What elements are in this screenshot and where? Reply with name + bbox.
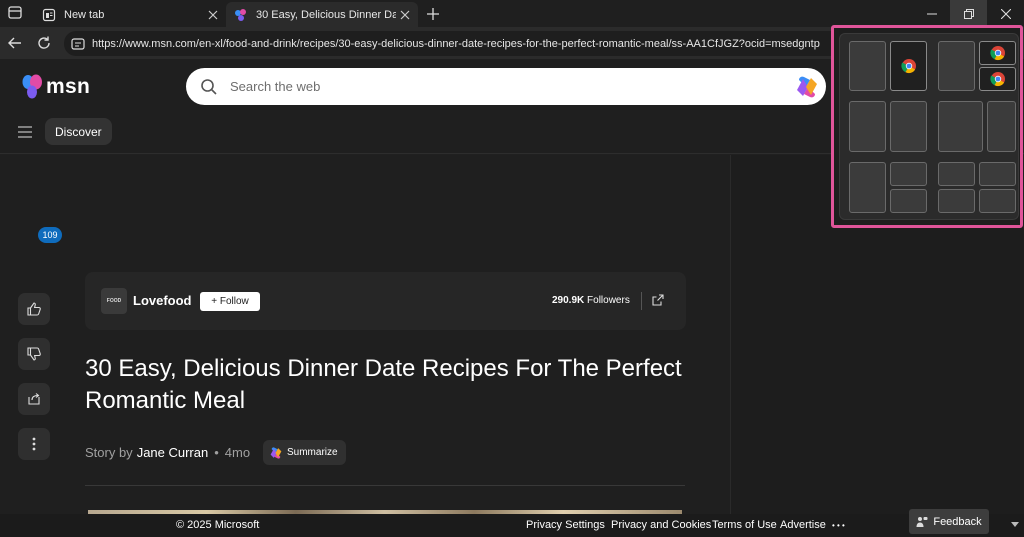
- copyright: © 2025 Microsoft: [176, 519, 260, 531]
- chrome-icon: [989, 46, 1005, 61]
- snap-zone[interactable]: [987, 101, 1016, 152]
- snap-layouts-panel: [839, 33, 1019, 220]
- url-text: https://www.msn.com/en-xl/food-and-drink…: [92, 37, 820, 50]
- search-icon: [201, 78, 217, 95]
- chrome-icon: [900, 59, 916, 74]
- more-options-button[interactable]: [18, 428, 50, 460]
- footer-link-privacy-settings[interactable]: Privacy Settings: [526, 519, 605, 531]
- snap-zone[interactable]: [890, 101, 927, 152]
- followers-number: 290.9K: [552, 295, 585, 306]
- restore-icon[interactable]: [950, 0, 987, 27]
- site-info-icon[interactable]: [70, 36, 86, 52]
- article-column: [0, 155, 730, 514]
- copilot-icon: [270, 446, 282, 459]
- divider: [641, 292, 642, 310]
- snap-zone[interactable]: [849, 162, 886, 213]
- footer-link-terms[interactable]: Terms of Use: [712, 519, 777, 531]
- publisher-logo-text: FOOD: [106, 298, 122, 304]
- logo-text: msn: [46, 75, 91, 98]
- dislike-button[interactable]: [18, 338, 50, 370]
- summarize-button[interactable]: Summarize: [263, 440, 346, 465]
- summarize-label: Summarize: [287, 447, 338, 458]
- tab-title: New tab: [64, 8, 105, 21]
- separator-dot: •: [214, 445, 219, 460]
- tab-msn-article[interactable]: 30 Easy, Delicious Dinner Date Re: [226, 2, 418, 27]
- tab-title: 30 Easy, Delicious Dinner Date Re: [256, 8, 396, 21]
- feedback-button[interactable]: Feedback: [909, 509, 989, 534]
- share-button[interactable]: [18, 383, 50, 415]
- tab-strip: New tab 30 Easy, Delicious Dinner Date R…: [0, 0, 1024, 27]
- new-tab-icon[interactable]: [423, 4, 443, 24]
- search-input[interactable]: Search the web: [186, 68, 826, 105]
- snap-zone[interactable]: [938, 189, 975, 213]
- footer-more[interactable]: • • •: [832, 521, 845, 530]
- menu-icon[interactable]: [18, 125, 32, 138]
- footer-link-advertise[interactable]: Advertise: [780, 519, 826, 531]
- like-count-badge: 109: [38, 227, 62, 243]
- story-by-label: Story by: [85, 445, 133, 460]
- close-tab-icon[interactable]: [396, 6, 414, 24]
- more-vertical-icon: [32, 437, 36, 451]
- page-footer: © 2025 Microsoft Privacy Settings Privac…: [0, 514, 1024, 537]
- byline: Story by Jane Curran • 4mo: [85, 445, 250, 460]
- snap-zone[interactable]: [849, 101, 886, 152]
- follow-button[interactable]: + Follow: [200, 292, 260, 311]
- snap-zone-left[interactable]: [938, 41, 975, 91]
- followers-count: 290.9K Followers: [552, 295, 630, 306]
- footer-link-privacy-cookies[interactable]: Privacy and Cookies: [611, 519, 711, 531]
- search-placeholder: Search the web: [230, 79, 321, 94]
- scroll-down-icon[interactable]: [1010, 519, 1020, 529]
- article-headline: 30 Easy, Delicious Dinner Date Recipes F…: [85, 355, 682, 414]
- snap-zone[interactable]: [979, 189, 1016, 213]
- thumbs-up-icon: [27, 302, 41, 316]
- snap-zone-right-half[interactable]: [890, 41, 927, 91]
- snap-zone[interactable]: [890, 162, 927, 186]
- msn-logo[interactable]: msn: [22, 74, 90, 100]
- snap-zone[interactable]: [938, 162, 975, 186]
- publisher-logo[interactable]: FOOD: [101, 288, 127, 314]
- tab-actions-icon[interactable]: [4, 3, 26, 23]
- snap-zone-bottom-right[interactable]: [979, 67, 1016, 91]
- snap-zone-top-right[interactable]: [979, 41, 1016, 65]
- snap-zone-left-half[interactable]: [849, 41, 886, 91]
- msn-icon: [235, 8, 246, 21]
- newtab-icon: [42, 8, 56, 21]
- followers-label: Followers: [587, 295, 630, 306]
- discover-button[interactable]: Discover: [45, 118, 112, 145]
- open-external-icon[interactable]: [651, 293, 665, 307]
- tab-new-tab[interactable]: New tab: [34, 2, 226, 27]
- snap-layouts-flyout: [831, 25, 1023, 228]
- refresh-icon[interactable]: [34, 33, 54, 53]
- chrome-icon: [989, 72, 1005, 87]
- snap-zone[interactable]: [890, 189, 927, 213]
- feedback-icon: [916, 516, 928, 527]
- divider: [85, 485, 685, 486]
- snap-zone[interactable]: [979, 162, 1016, 186]
- share-icon: [28, 393, 40, 405]
- minimize-icon[interactable]: [913, 0, 950, 27]
- like-button[interactable]: [18, 293, 50, 325]
- close-tab-icon[interactable]: [204, 6, 222, 24]
- back-icon[interactable]: [5, 33, 25, 53]
- address-bar[interactable]: https://www.msn.com/en-xl/food-and-drink…: [64, 31, 844, 56]
- thumbs-down-icon: [27, 347, 41, 361]
- article-age: 4mo: [224, 445, 251, 460]
- author-link[interactable]: Jane Curran: [137, 445, 209, 460]
- publisher-name[interactable]: Lovefood: [133, 293, 192, 308]
- copilot-icon[interactable]: [794, 74, 820, 100]
- msn-butterfly-icon: [22, 74, 42, 99]
- snap-zone[interactable]: [938, 101, 983, 152]
- close-window-icon[interactable]: [987, 0, 1024, 27]
- publisher-card: FOOD Lovefood + Follow 290.9K Followers: [85, 272, 686, 330]
- feedback-label: Feedback: [933, 515, 982, 528]
